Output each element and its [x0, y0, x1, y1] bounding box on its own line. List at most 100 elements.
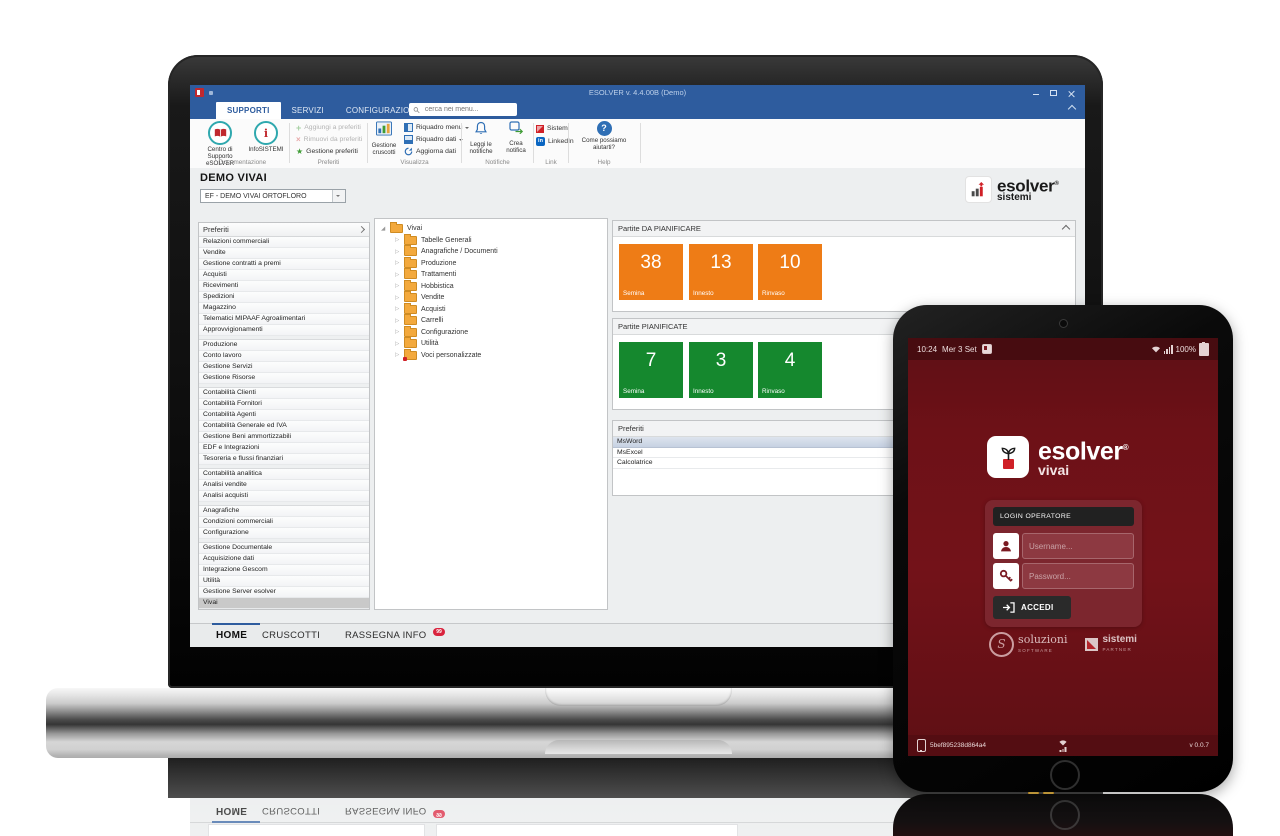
menu-item[interactable]: EDF e Integrazioni [199, 443, 369, 454]
menu-item[interactable]: Produzione [199, 340, 369, 351]
menu-item[interactable]: Anagrafiche [199, 506, 369, 517]
tile-semina[interactable]: 7Semina [619, 342, 683, 398]
menu-item[interactable]: Contabilità Agenti [199, 410, 369, 421]
folder-icon [404, 339, 417, 348]
aggiorna-dati-button[interactable]: Aggiorna dati [404, 146, 456, 157]
x-icon: × [296, 135, 301, 144]
plus-icon: + [296, 123, 301, 133]
menu-item[interactable]: Acquisti [199, 270, 369, 281]
menu-item[interactable]: Magazzino [199, 303, 369, 314]
reflected-home-underline [212, 821, 260, 823]
add-favorite-button[interactable]: +Aggiungi a preferiti [296, 122, 361, 133]
infosistemi-button[interactable]: i InfoSISTEMI [242, 121, 290, 153]
menu-item[interactable]: Integrazione Gescom [199, 565, 369, 576]
window-title: ESOLVER v. 4.4.00B (Demo) [190, 85, 1085, 100]
collapsed-icon: ▷ [395, 249, 404, 255]
company-select[interactable]: EF - DEMO VIVAI ORTOFLORO [200, 189, 346, 203]
tile-rinvaso[interactable]: 10Rinvaso [758, 244, 822, 300]
search-icon [413, 106, 420, 114]
tile-innesto[interactable]: 3Innesto [689, 342, 753, 398]
tab-home[interactable]: HOME [216, 624, 247, 647]
collapse-ribbon-icon[interactable] [1069, 105, 1075, 109]
tile-rinvaso[interactable]: 4Rinvaso [758, 342, 822, 398]
menu-item[interactable]: Gestione contratti a premi [199, 259, 369, 270]
menu-search-box[interactable] [409, 103, 517, 116]
menu-item[interactable]: Approvvigionamenti [199, 325, 369, 336]
tree-item[interactable]: ▷Voci personalizzate [375, 350, 607, 362]
dashboard-icon [375, 121, 393, 136]
sistemi-link[interactable]: Sistemi [536, 123, 569, 134]
soluzioni-icon: S [989, 632, 1014, 657]
battery-icon [1199, 343, 1209, 356]
menu-item[interactable]: Spedizioni [199, 292, 369, 303]
tile-semina[interactable]: 38Semina [619, 244, 683, 300]
panel-header[interactable]: Partite DA PIANIFICARE [613, 221, 1075, 237]
page-title: DEMO VIVAI [200, 172, 267, 184]
search-input[interactable] [423, 105, 513, 114]
soluzioni-logo: S soluzioniSOFTWARE [989, 632, 1067, 657]
menu-item[interactable]: Gestione Beni ammortizzabili [199, 432, 369, 443]
riquadro-menu-button[interactable]: Riquadro menu [404, 122, 469, 133]
menu-item[interactable]: Gestione Servizi [199, 362, 369, 373]
crea-notifica-button[interactable]: Crea notifica [500, 121, 532, 154]
ribbon-group-preferiti: +Aggiungi a preferiti ×Rimuovi da prefer… [290, 119, 367, 167]
leggi-notifiche-button[interactable]: Leggi le notifiche [462, 121, 500, 155]
minimize-button[interactable] [1033, 90, 1039, 95]
group-divider [640, 123, 641, 163]
menu-item[interactable]: Gestione Documentale [199, 543, 369, 554]
tab-supporti[interactable]: SUPPORTI [216, 102, 281, 119]
panel-partite-da-pianificare: Partite DA PIANIFICARE 38Semina 13Innest… [612, 220, 1076, 312]
remove-favorite-button[interactable]: ×Rimuovi da preferiti [296, 134, 362, 145]
menu-item[interactable]: Telematici MIPAAF Agroalimentari [199, 314, 369, 325]
reflected-tab-rassegna: RASSEGNA INFO [345, 798, 427, 822]
menu-item[interactable]: Conto lavoro [199, 351, 369, 362]
tab-cruscotti[interactable]: CRUSCOTTI [262, 624, 320, 647]
username-input[interactable] [1022, 533, 1134, 559]
reflected-badge: 99 [433, 810, 445, 818]
reflected-tab-home: HOME [216, 798, 247, 822]
menu-item[interactable]: Acquisizione dati [199, 554, 369, 565]
menu-item[interactable]: Condizioni commerciali [199, 517, 369, 528]
menu-item[interactable]: Vendite [199, 248, 369, 259]
camera-dot [1059, 319, 1068, 328]
close-button[interactable] [1068, 90, 1075, 97]
riquadro-dati-button[interactable]: Riquadro dati [404, 134, 463, 145]
folder-icon [404, 328, 417, 337]
password-input[interactable] [1022, 563, 1134, 589]
menu-item[interactable]: Analisi acquisti [199, 491, 369, 502]
menu-item[interactable]: Contabilità Clienti [199, 388, 369, 399]
collapsed-icon: ▷ [395, 306, 404, 312]
phone-icon [917, 739, 926, 752]
menu-item[interactable]: Utilità [199, 576, 369, 587]
menu-item[interactable]: Contabilità Fornitori [199, 399, 369, 410]
menu-item[interactable]: Gestione Server esolver [199, 587, 369, 598]
menu-item[interactable]: Gestione Risorse [199, 373, 369, 384]
menu-item[interactable]: Vivai Web [199, 609, 369, 610]
tab-rassegna-info[interactable]: RASSEGNA INFO [345, 624, 427, 647]
login-button[interactable]: ACCEDI [993, 596, 1071, 619]
menu-item-selected[interactable]: Vivai [199, 598, 369, 609]
manage-favorites-button[interactable]: ★Gestione preferiti [296, 146, 358, 157]
home-button[interactable] [1050, 760, 1080, 790]
folder-icon [390, 224, 403, 233]
help-button[interactable]: ? Come possiamo aiutarti? [579, 119, 629, 151]
menu-item[interactable]: Configurazione [199, 528, 369, 539]
menu-item[interactable]: Relazioni commerciali [199, 237, 369, 248]
tab-servizi[interactable]: SERVIZI [281, 102, 335, 119]
maximize-button[interactable] [1050, 90, 1057, 96]
tile-innesto[interactable]: 13Innesto [689, 244, 753, 300]
menu-item[interactable]: Contabilità Generale ed IVA [199, 421, 369, 432]
android-status-bar: 10:24 Mer 3 Set 100% [908, 338, 1218, 360]
new-notification-icon [509, 121, 524, 134]
chevron-right-icon [358, 226, 365, 233]
menu-panel-header[interactable]: Preferiti [199, 223, 369, 237]
menu-item[interactable]: Ricevimenti [199, 281, 369, 292]
title-bar: ESOLVER v. 4.4.00B (Demo) [190, 85, 1085, 100]
menu-item[interactable]: Tesoreria e flussi finanziari [199, 454, 369, 465]
collapse-panel-icon[interactable] [1062, 225, 1070, 233]
menu-item[interactable]: Contabilità analitica [199, 469, 369, 480]
menu-item[interactable]: Analisi vendite [199, 480, 369, 491]
gestione-cruscotti-button[interactable]: Gestione cruscotti [368, 121, 400, 156]
tablet-footer-bar: 5bef895238d864a4 v 0.0.7 [908, 735, 1218, 756]
data-pane-icon [404, 135, 413, 144]
